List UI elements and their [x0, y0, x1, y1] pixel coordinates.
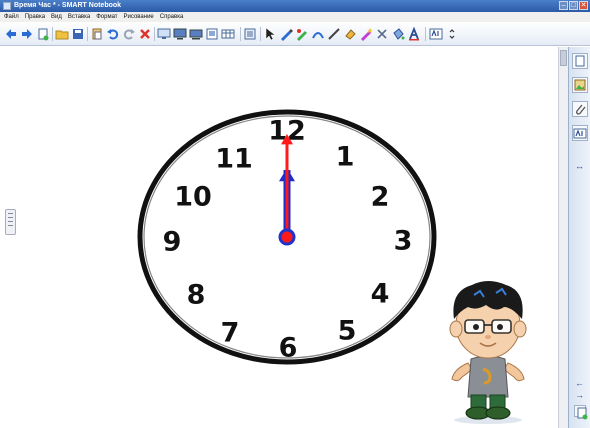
recognition-icon[interactable]: [429, 27, 443, 41]
delete-icon[interactable]: [138, 27, 152, 41]
fill-bucket-icon[interactable]: [391, 27, 405, 41]
properties-panel-icon[interactable]: [572, 125, 588, 141]
cartoon-boy-image: [449, 281, 527, 424]
back-arrow-icon[interactable]: [4, 27, 18, 41]
smart-notebook-window: Время Час * - SMART Notebook – □ ✕ Файл …: [0, 0, 590, 428]
gallery-icon[interactable]: [572, 77, 588, 93]
menu-view[interactable]: Вид: [51, 12, 62, 22]
clock-number-5: 5: [338, 316, 357, 347]
paste-icon[interactable]: [90, 27, 104, 41]
menu-format[interactable]: Формат: [96, 12, 117, 22]
attachments-icon[interactable]: [572, 101, 588, 117]
creative-pen-icon[interactable]: [295, 27, 309, 41]
clock-number-3: 3: [394, 226, 413, 257]
scroll-thumb[interactable]: [560, 50, 567, 66]
app-icon: [3, 2, 11, 10]
previous-page-icon[interactable]: ←: [575, 379, 584, 388]
screen-capture-icon[interactable]: [205, 27, 219, 41]
screen-shade-icon[interactable]: [157, 27, 171, 41]
clock-center-pin: [278, 228, 296, 246]
pen-icon[interactable]: [279, 27, 293, 41]
undo-icon[interactable]: [106, 27, 120, 41]
document-camera-icon[interactable]: [189, 27, 203, 41]
clock-number-1: 1: [336, 142, 355, 173]
redo-icon[interactable]: [122, 27, 136, 41]
menu-draw[interactable]: Рисование: [124, 12, 154, 22]
window-title: Время Час * - SMART Notebook: [14, 2, 122, 9]
menu-edit[interactable]: Правка: [25, 12, 45, 22]
collapse-sidebar-icon[interactable]: ↔: [575, 162, 584, 171]
properties-icon[interactable]: [243, 27, 257, 41]
clock-number-11: 11: [215, 144, 253, 175]
open-folder-icon[interactable]: [55, 27, 69, 41]
maximize-button[interactable]: □: [569, 1, 578, 10]
menu-insert[interactable]: Вставка: [68, 12, 90, 22]
line-icon[interactable]: [327, 27, 341, 41]
table-icon[interactable]: [221, 27, 235, 41]
window-controls: – □ ✕: [559, 1, 588, 10]
save-icon[interactable]: [71, 27, 85, 41]
text-icon[interactable]: [407, 27, 421, 41]
clock-number-4: 4: [371, 279, 390, 310]
vertical-scrollbar[interactable]: [558, 47, 568, 428]
clock-number-6: 6: [279, 333, 298, 364]
magic-pen-icon[interactable]: [359, 27, 373, 41]
minimize-button[interactable]: –: [559, 1, 568, 10]
forward-arrow-icon[interactable]: [20, 27, 34, 41]
menu-bar: Файл Правка Вид Вставка Формат Рисование…: [0, 12, 590, 22]
page-sorter-icon[interactable]: [572, 53, 588, 69]
select-icon[interactable]: [263, 27, 277, 41]
notebook-page-canvas[interactable]: 12 1 2 3 4 5 6 7 8 9 10 11: [0, 47, 568, 428]
clock-number-8: 8: [187, 280, 206, 311]
side-panel: ↔ ← →: [568, 47, 590, 428]
shape-icon[interactable]: [311, 27, 325, 41]
clock-number-2: 2: [371, 182, 390, 213]
more-icon[interactable]: [445, 27, 459, 41]
menu-help[interactable]: Справка: [160, 12, 184, 22]
menu-file[interactable]: Файл: [4, 12, 19, 22]
next-page-icon[interactable]: →: [575, 391, 584, 400]
collapse-handle[interactable]: [5, 209, 16, 235]
clock-number-7: 7: [221, 318, 240, 349]
display-icon[interactable]: [173, 27, 187, 41]
title-bar: Время Час * - SMART Notebook – □ ✕: [0, 0, 590, 12]
fill-icon[interactable]: [375, 27, 389, 41]
add-page-icon[interactable]: [574, 405, 588, 420]
close-button[interactable]: ✕: [579, 1, 588, 10]
eraser-icon[interactable]: [343, 27, 357, 41]
clock-number-9: 9: [163, 227, 182, 258]
new-page-icon[interactable]: [36, 27, 50, 41]
clock-number-10: 10: [174, 182, 212, 213]
toolbar: [0, 22, 590, 46]
